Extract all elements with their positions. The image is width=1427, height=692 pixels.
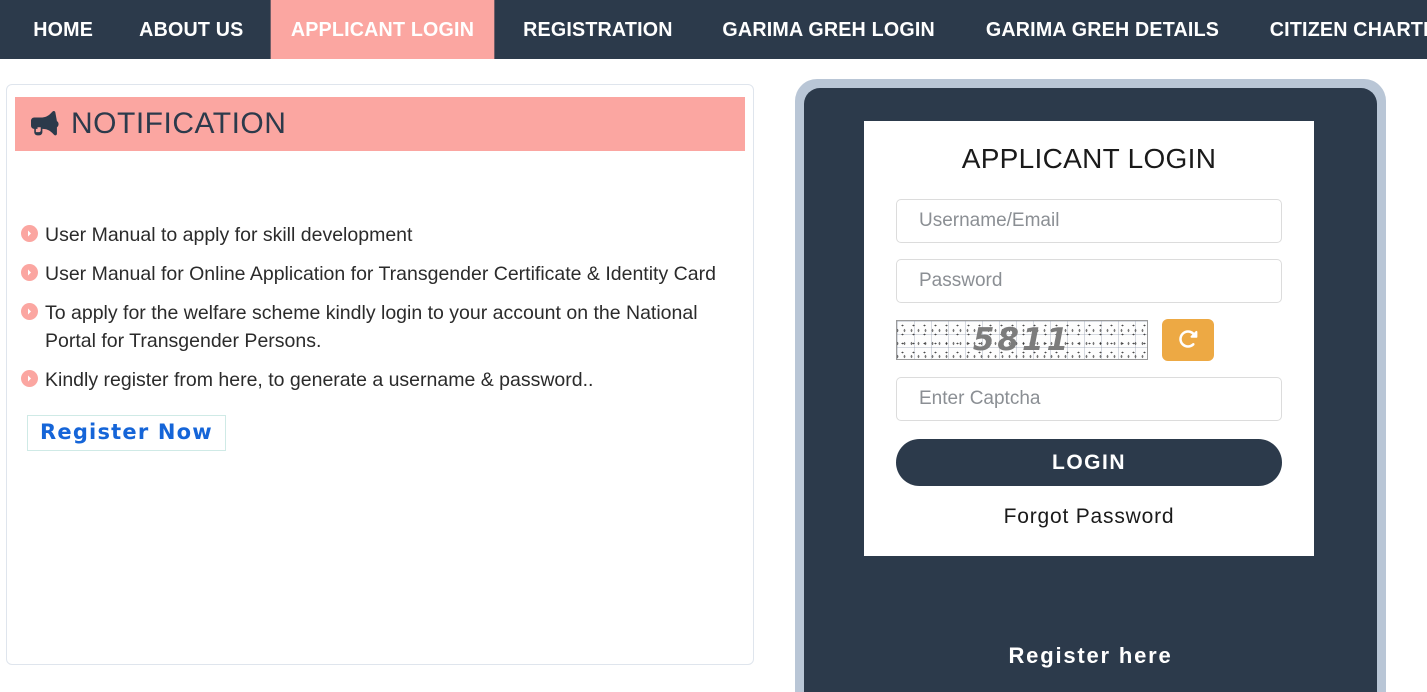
megaphone-icon [29,111,59,137]
notification-body: User Manual to apply for skill developme… [7,151,753,451]
nav-item-applicant-login[interactable]: APPLICANT LOGIN [270,0,495,59]
notification-item-text: Kindly register from here, to generate a… [45,369,594,391]
register-here-link[interactable]: Register here [804,643,1377,669]
arrow-circle-right-icon [21,370,38,387]
main-navigation: HOME ABOUT US APPLICANT LOGIN REGISTRATI… [0,0,1427,59]
refresh-icon [1178,329,1198,352]
nav-item-garima-greh-login[interactable]: GARIMA GREH LOGIN [702,0,955,59]
register-now-button[interactable]: Register Now [27,415,226,451]
login-card: APPLICANT LOGIN 5811 [864,121,1314,556]
arrow-circle-right-icon [21,264,38,281]
login-card-title: APPLICANT LOGIN [961,143,1217,174]
notification-item-text: To apply for the welfare scheme kindly l… [45,302,698,352]
notification-title: NOTIFICATION [71,107,287,140]
notification-item-text: User Manual to apply for skill developme… [45,224,413,246]
arrow-circle-right-icon [21,225,38,242]
nav-item-registration[interactable]: REGISTRATION [503,0,693,59]
nav-item-about-us[interactable]: ABOUT US [119,0,264,59]
notification-item[interactable]: User Manual to apply for skill developme… [21,221,743,249]
login-panel-frame: APPLICANT LOGIN 5811 [795,79,1386,692]
notification-header: NOTIFICATION [15,97,745,151]
nav-item-citizen-charter[interactable]: CITIZEN CHARTER [1250,0,1427,59]
notification-item[interactable]: To apply for the welfare scheme kindly l… [21,299,743,355]
username-input[interactable] [896,199,1282,243]
nav-item-home[interactable]: HOME [13,0,113,59]
notification-card: NOTIFICATION User Manual to apply for sk… [6,84,754,665]
captcha-row: 5811 [896,319,1282,361]
notification-item[interactable]: User Manual for Online Application for T… [21,260,743,288]
captcha-input[interactable] [896,377,1282,421]
password-input[interactable] [896,259,1282,303]
nav-item-garima-greh-details[interactable]: GARIMA GREH DETAILS [966,0,1240,59]
notification-item-text: User Manual for Online Application for T… [45,263,716,285]
arrow-circle-right-icon [21,303,38,320]
login-panel: APPLICANT LOGIN 5811 [804,88,1377,692]
page-body: NOTIFICATION User Manual to apply for sk… [0,59,1427,692]
captcha-image: 5811 [896,320,1148,360]
forgot-password-link[interactable]: Forgot Password [896,505,1282,529]
captcha-refresh-button[interactable] [1162,319,1214,361]
captcha-code-text: 5811 [972,322,1072,358]
login-button[interactable]: LOGIN [896,439,1282,486]
notification-item[interactable]: Kindly register from here, to generate a… [21,366,743,394]
